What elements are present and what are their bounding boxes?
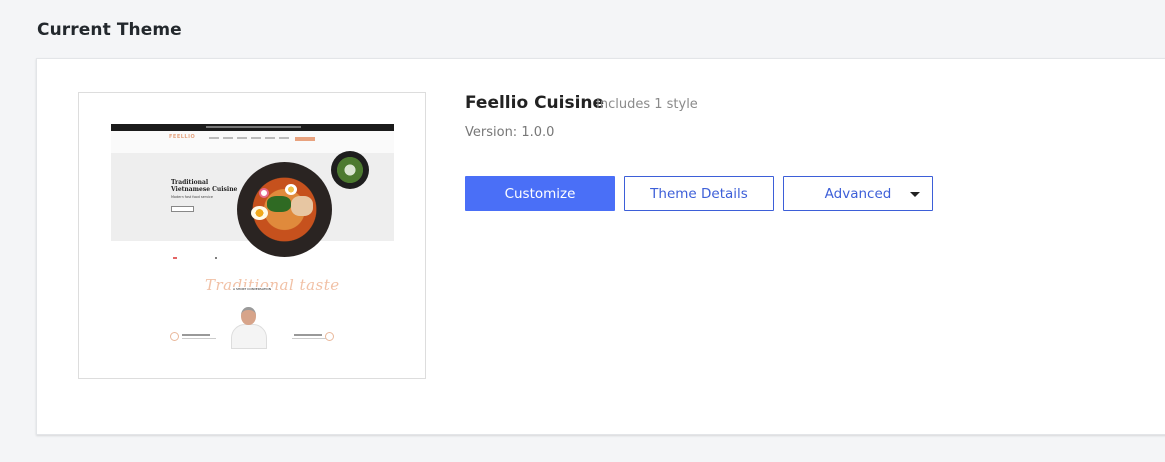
preview-feature-icon [170, 332, 179, 341]
customize-button[interactable]: Customize [465, 176, 615, 211]
preview-menu [209, 137, 315, 141]
preview-feature-text [294, 334, 322, 336]
preview-feature-text [182, 338, 216, 339]
preview-logo: FEELLIO [169, 134, 196, 140]
preview-script-heading: Traditional taste [205, 276, 340, 294]
theme-name: Feellio Cuisine [465, 93, 605, 113]
preview-navbar [111, 131, 394, 153]
preview-slider-dot [173, 257, 177, 259]
caret-down-icon[interactable] [910, 192, 920, 197]
preview-feature-text [182, 334, 210, 336]
preview-side-dish-image [331, 151, 369, 189]
advanced-dropdown-button[interactable]: Advanced [783, 176, 933, 211]
theme-styles-count: Includes 1 style [596, 97, 698, 112]
preview-headline: Traditional Vietnamese Cuisine [171, 179, 238, 193]
theme-details-button[interactable]: Theme Details [624, 176, 774, 211]
preview-topbar [111, 124, 394, 131]
preview-subline: Modern fast food service [171, 195, 213, 199]
preview-feature-text [292, 338, 326, 339]
preview-feature-icon [325, 332, 334, 341]
preview-slider-dot [215, 257, 217, 259]
preview-read-more-button [171, 206, 194, 212]
theme-preview-thumbnail[interactable]: FEELLIO Traditional Vietnamese Cuisine M… [78, 92, 426, 379]
preview-ramen-bowl-image [237, 162, 332, 257]
theme-version: Version: 1.0.0 [465, 125, 555, 140]
section-title: Current Theme [37, 20, 182, 40]
preview-tagline: A SHORT CONVERSATION [232, 287, 273, 291]
theme-preview-image: FEELLIO Traditional Vietnamese Cuisine M… [111, 124, 394, 349]
preview-chef-image [229, 305, 269, 349]
current-theme-card: FEELLIO Traditional Vietnamese Cuisine M… [36, 58, 1165, 435]
